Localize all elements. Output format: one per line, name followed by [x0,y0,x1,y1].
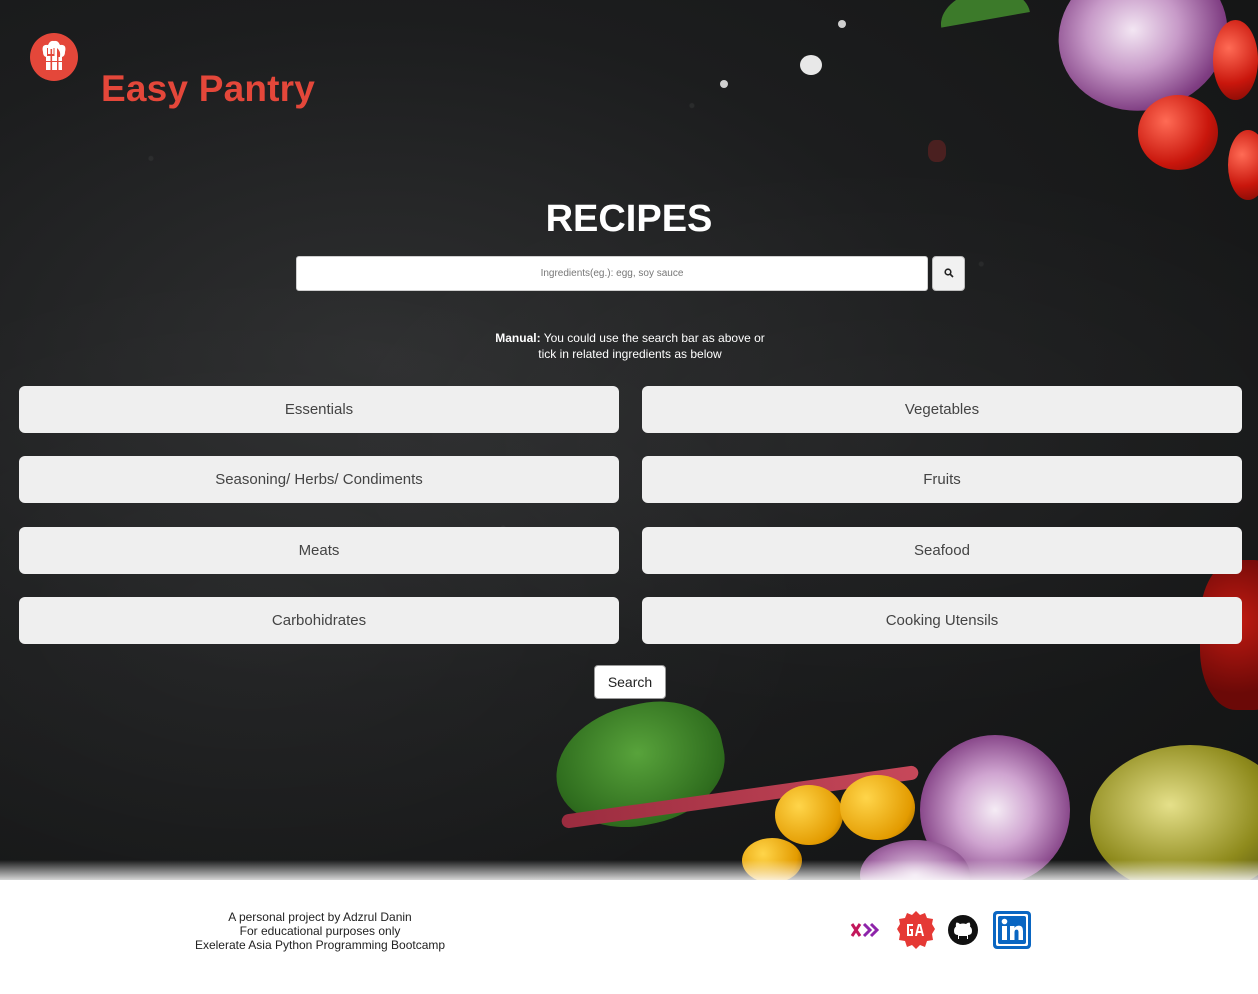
category-meats-button[interactable]: Meats [19,527,619,574]
herb-decoration [936,0,1030,28]
salt-decoration [720,80,728,88]
exelerate-icon[interactable] [850,910,886,950]
pepper-decoration [928,140,946,162]
footer-line3: Exelerate Asia Python Programming Bootca… [194,938,446,952]
hero-fade [0,860,1258,880]
chef-hat-utensils-icon[interactable] [30,33,78,81]
github-icon[interactable] [946,910,980,950]
tomato-decoration [1213,20,1258,100]
linkedin-icon[interactable] [992,910,1032,950]
footer-line2: For educational purposes only [239,924,401,938]
category-fruits-button[interactable]: Fruits [642,456,1242,503]
category-seasoning-button[interactable]: Seasoning/ Herbs/ Condiments [19,456,619,503]
search-button[interactable]: Search [594,665,666,699]
salt-decoration [838,20,846,28]
general-assembly-icon[interactable] [896,910,936,950]
category-seafood-button[interactable]: Seafood [642,527,1242,574]
tomato-decoration [1228,130,1258,200]
footer: A personal project by Adzrul Danin For e… [0,880,1258,994]
yellow-tomato-decoration [840,775,915,840]
category-essentials-button[interactable]: Essentials [19,386,619,433]
page-title: RECIPES [545,198,713,240]
footer-line1: A personal project by Adzrul Danin [228,910,412,924]
search-icon-button[interactable] [932,256,965,291]
hero-background [0,0,1258,880]
manual-line2: tick in related ingredients as below [538,347,722,361]
manual-instructions: Manual: You could use the search bar as … [470,330,790,362]
search-icon [943,265,954,283]
manual-line1: You could use the search bar as above or [543,331,765,345]
salt-decoration [800,55,822,75]
brand-name[interactable]: Easy Pantry [101,68,315,110]
category-carbohydrates-button[interactable]: Carbohidrates [19,597,619,644]
footer-credits: A personal project by Adzrul Danin For e… [170,910,470,952]
search-input[interactable] [296,256,928,291]
manual-label: Manual: [495,331,541,345]
yellow-tomato-decoration [775,785,843,845]
category-cooking-utensils-button[interactable]: Cooking Utensils [642,597,1242,644]
tomato-decoration [1138,95,1218,170]
category-vegetables-button[interactable]: Vegetables [642,386,1242,433]
